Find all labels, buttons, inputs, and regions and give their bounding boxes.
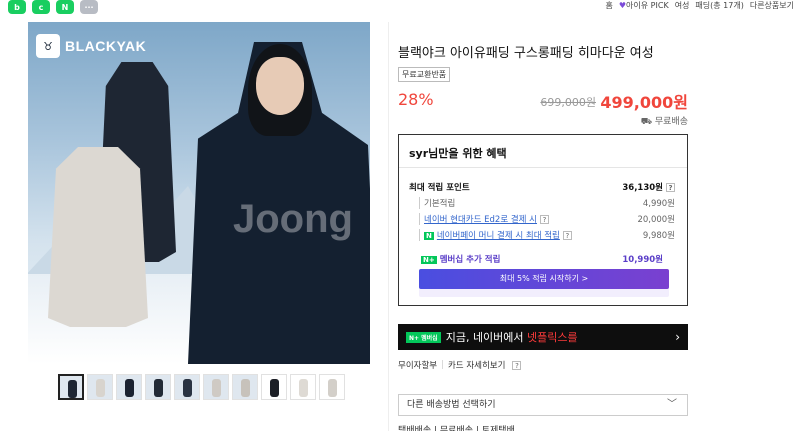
breadcrumb-women[interactable]: 여성 xyxy=(675,0,690,11)
truck-icon: ⛟ xyxy=(640,117,655,127)
installment-link[interactable]: 무이자할부 xyxy=(398,359,437,371)
npay-points-link[interactable]: 네이버페이 머니 결제 시 최대 적립 xyxy=(437,231,560,241)
points-row: 네이버 현대카드 Ed2로 결제 시? 20,000원 xyxy=(419,213,675,225)
top-bar: b c N ··· 홈 ♥아이유 PICK 여성 패딩(총 17개) 다른상품보… xyxy=(0,0,800,18)
basic-points-value: 4,990원 xyxy=(642,199,675,209)
max-points-value: 36,130원 xyxy=(622,183,663,193)
app-icons: b c N ··· xyxy=(8,0,98,14)
membership-row: N+ 멤버십 추가 적립 10,990원 xyxy=(421,253,663,265)
nplus-icon: N+ xyxy=(421,256,437,264)
membership-tag: N+ 멤버십 xyxy=(406,331,441,343)
netflix-banner[interactable]: N+ 멤버십 지금, 네이버에서 넷플릭스를 › xyxy=(398,324,688,350)
shipping-method-select[interactable]: 다른 배송방법 선택하기 ﹀ xyxy=(398,394,688,416)
help-icon[interactable]: ? xyxy=(540,215,550,224)
help-icon[interactable]: ? xyxy=(562,231,572,240)
thumbnail-strip xyxy=(58,374,345,400)
column-divider xyxy=(388,22,389,431)
thumbnail[interactable] xyxy=(203,374,229,400)
free-return-badge: 무료교환반품 xyxy=(398,67,451,82)
thumbnail[interactable] xyxy=(290,374,316,400)
thumbnail[interactable] xyxy=(145,374,171,400)
payment-links: 무이자할부 | 카드 자세히보기 ? xyxy=(398,359,522,371)
card-points-link[interactable]: 네이버 현대카드 Ed2로 결제 시 xyxy=(424,215,537,225)
card-points-value: 20,000원 xyxy=(637,215,675,225)
cream-coat-image xyxy=(48,147,148,327)
heart-icon: ♥ xyxy=(618,1,627,10)
membership-value: 10,990원 xyxy=(622,255,663,265)
divider xyxy=(399,167,687,168)
breadcrumb: 홈 ♥아이유 PICK 여성 패딩(총 17개) 다른상품보기 xyxy=(606,0,795,11)
yak-icon: ♉ xyxy=(36,34,60,58)
help-icon[interactable]: ? xyxy=(666,183,675,192)
thumbnail[interactable] xyxy=(58,374,84,400)
chevron-down-icon: ﹀ xyxy=(667,399,677,410)
cafe-icon[interactable]: c xyxy=(32,0,50,14)
price-row: 28% 699,000원 499,000원 xyxy=(398,88,688,112)
blog-icon[interactable]: b xyxy=(8,0,26,14)
main-product-image[interactable]: ♉ BLACKYAK Joong xyxy=(28,22,370,364)
thumbnail[interactable] xyxy=(319,374,345,400)
watermark: Joong xyxy=(233,197,353,241)
points-row: 기본적립 4,990원 xyxy=(419,197,675,209)
points-row: N 네이버페이 머니 결제 시 최대 적립? 9,980원 xyxy=(419,229,675,241)
naver-icon[interactable]: N xyxy=(56,0,74,14)
original-price: 699,000원 xyxy=(540,96,596,109)
npay-points-value: 9,980원 xyxy=(642,231,675,241)
membership-start-button[interactable]: 최대 5% 적립 시작하기 > xyxy=(419,269,669,289)
thumbnail[interactable] xyxy=(261,374,287,400)
brand-logo-text: BLACKYAK xyxy=(65,38,147,54)
breadcrumb-padding[interactable]: 패딩(총 17개) xyxy=(695,0,743,11)
breadcrumb-home[interactable]: 홈 xyxy=(606,0,613,11)
max-points-row: 최대 적립 포인트 36,130원? xyxy=(409,181,675,193)
max-points-label: 최대 적립 포인트 xyxy=(409,183,470,193)
more-icon[interactable]: ··· xyxy=(80,0,98,14)
basic-points-label: 기본적립 xyxy=(419,197,455,209)
membership-label: 멤버십 추가 적립 xyxy=(439,255,501,265)
sale-price: 499,000원 xyxy=(600,93,688,112)
thumbnail[interactable] xyxy=(232,374,258,400)
help-icon[interactable]: ? xyxy=(512,360,522,370)
benefit-box: syr님만을 위한 혜택 최대 적립 포인트 36,130원? 기본적립 4,9… xyxy=(398,134,688,306)
breadcrumb-iu-pick[interactable]: ♥아이유 PICK xyxy=(619,0,669,11)
banner-text: 지금, 네이버에서 넷플릭스를 xyxy=(445,331,578,344)
thumbnail[interactable] xyxy=(116,374,142,400)
divider: | xyxy=(441,360,444,370)
product-info: 블랙야크 아이유패딩 구스롱패딩 히마다운 여성 무료교환반품 28% 699,… xyxy=(398,22,688,431)
model-face xyxy=(256,57,304,115)
card-detail-link[interactable]: 카드 자세히보기 xyxy=(448,359,505,371)
benefit-title: syr님만을 위한 혜택 xyxy=(409,147,507,160)
thumbnail[interactable] xyxy=(87,374,113,400)
other-products-link[interactable]: 다른상품보기 xyxy=(750,0,794,11)
shipping-tabs[interactable]: 택배배송 | 무료배송 | 토제택배 xyxy=(398,423,515,431)
brand-logo: ♉ BLACKYAK xyxy=(36,34,146,58)
shipping-info: ⛟ 무료배송 xyxy=(640,117,688,127)
membership-box: N+ 멤버십 추가 적립 10,990원 최대 5% 적립 시작하기 > xyxy=(419,255,669,297)
npay-icon: N xyxy=(424,232,434,240)
shipping-select-placeholder: 다른 배송방법 선택하기 xyxy=(407,400,496,410)
thumbnail[interactable] xyxy=(174,374,200,400)
discount-rate: 28% xyxy=(398,90,434,109)
chevron-right-icon: › xyxy=(675,330,680,344)
product-title: 블랙야크 아이유패딩 구스롱패딩 히마다운 여성 xyxy=(398,46,654,61)
